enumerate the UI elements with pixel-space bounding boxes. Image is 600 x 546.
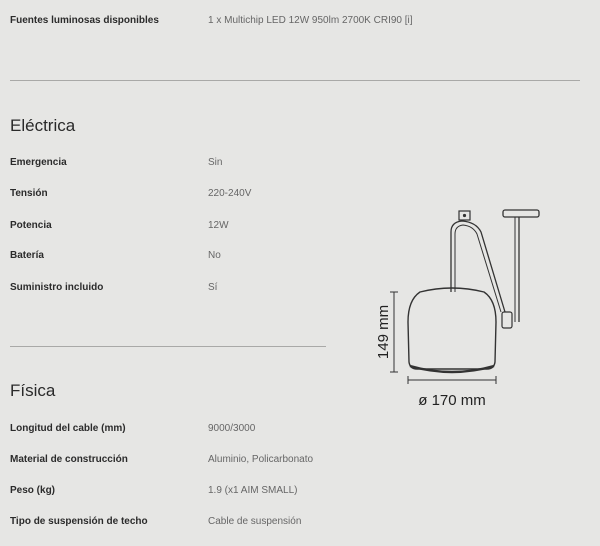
section-divider [10,80,580,81]
spec-label-light-sources: Fuentes luminosas disponibles [10,15,159,26]
section-divider [10,346,326,347]
spec-label: Peso (kg) [10,485,56,496]
diameter-label: ø 170 mm [418,392,486,409]
cable-hook-inner [454,224,502,313]
spec-value: No [208,250,221,261]
lamp-shade [407,287,497,370]
spec-label: Tipo de suspensión de techo [10,516,148,527]
spec-label: Emergencia [10,157,67,168]
spec-label: Longitud del cable (mm) [10,423,126,434]
spec-value: 9000/3000 [208,423,256,434]
spec-value: Sin [208,157,223,168]
spec-value: Aluminio, Policarbonato [208,454,314,465]
spec-label: Batería [10,250,44,261]
spec-label: Material de construcción [10,454,128,465]
section-title-fisica: Física [10,381,56,400]
spec-value: Sí [208,282,218,293]
spec-value-light-sources: 1 x Multichip LED 12W 950lm 2700K CRI90 … [208,15,413,26]
spec-label: Potencia [10,220,52,231]
height-label: 149 mm [375,305,392,359]
section-title-electrica: Eléctrica [10,116,76,135]
spec-value: 1.9 (x1 AIM SMALL) [208,485,298,496]
clip-dot [462,213,467,218]
spec-label: Suministro incluido [10,282,104,293]
spec-label: Tensión [10,188,48,199]
lamp-dimension-diagram: 149 mm ø 170 mm [375,209,540,409]
ceiling-canopy [502,209,540,218]
spec-value: Cable de suspensión [208,516,302,527]
side-knob [501,311,513,329]
spec-value: 220-240V [208,188,252,199]
spec-value: 12W [208,220,229,231]
